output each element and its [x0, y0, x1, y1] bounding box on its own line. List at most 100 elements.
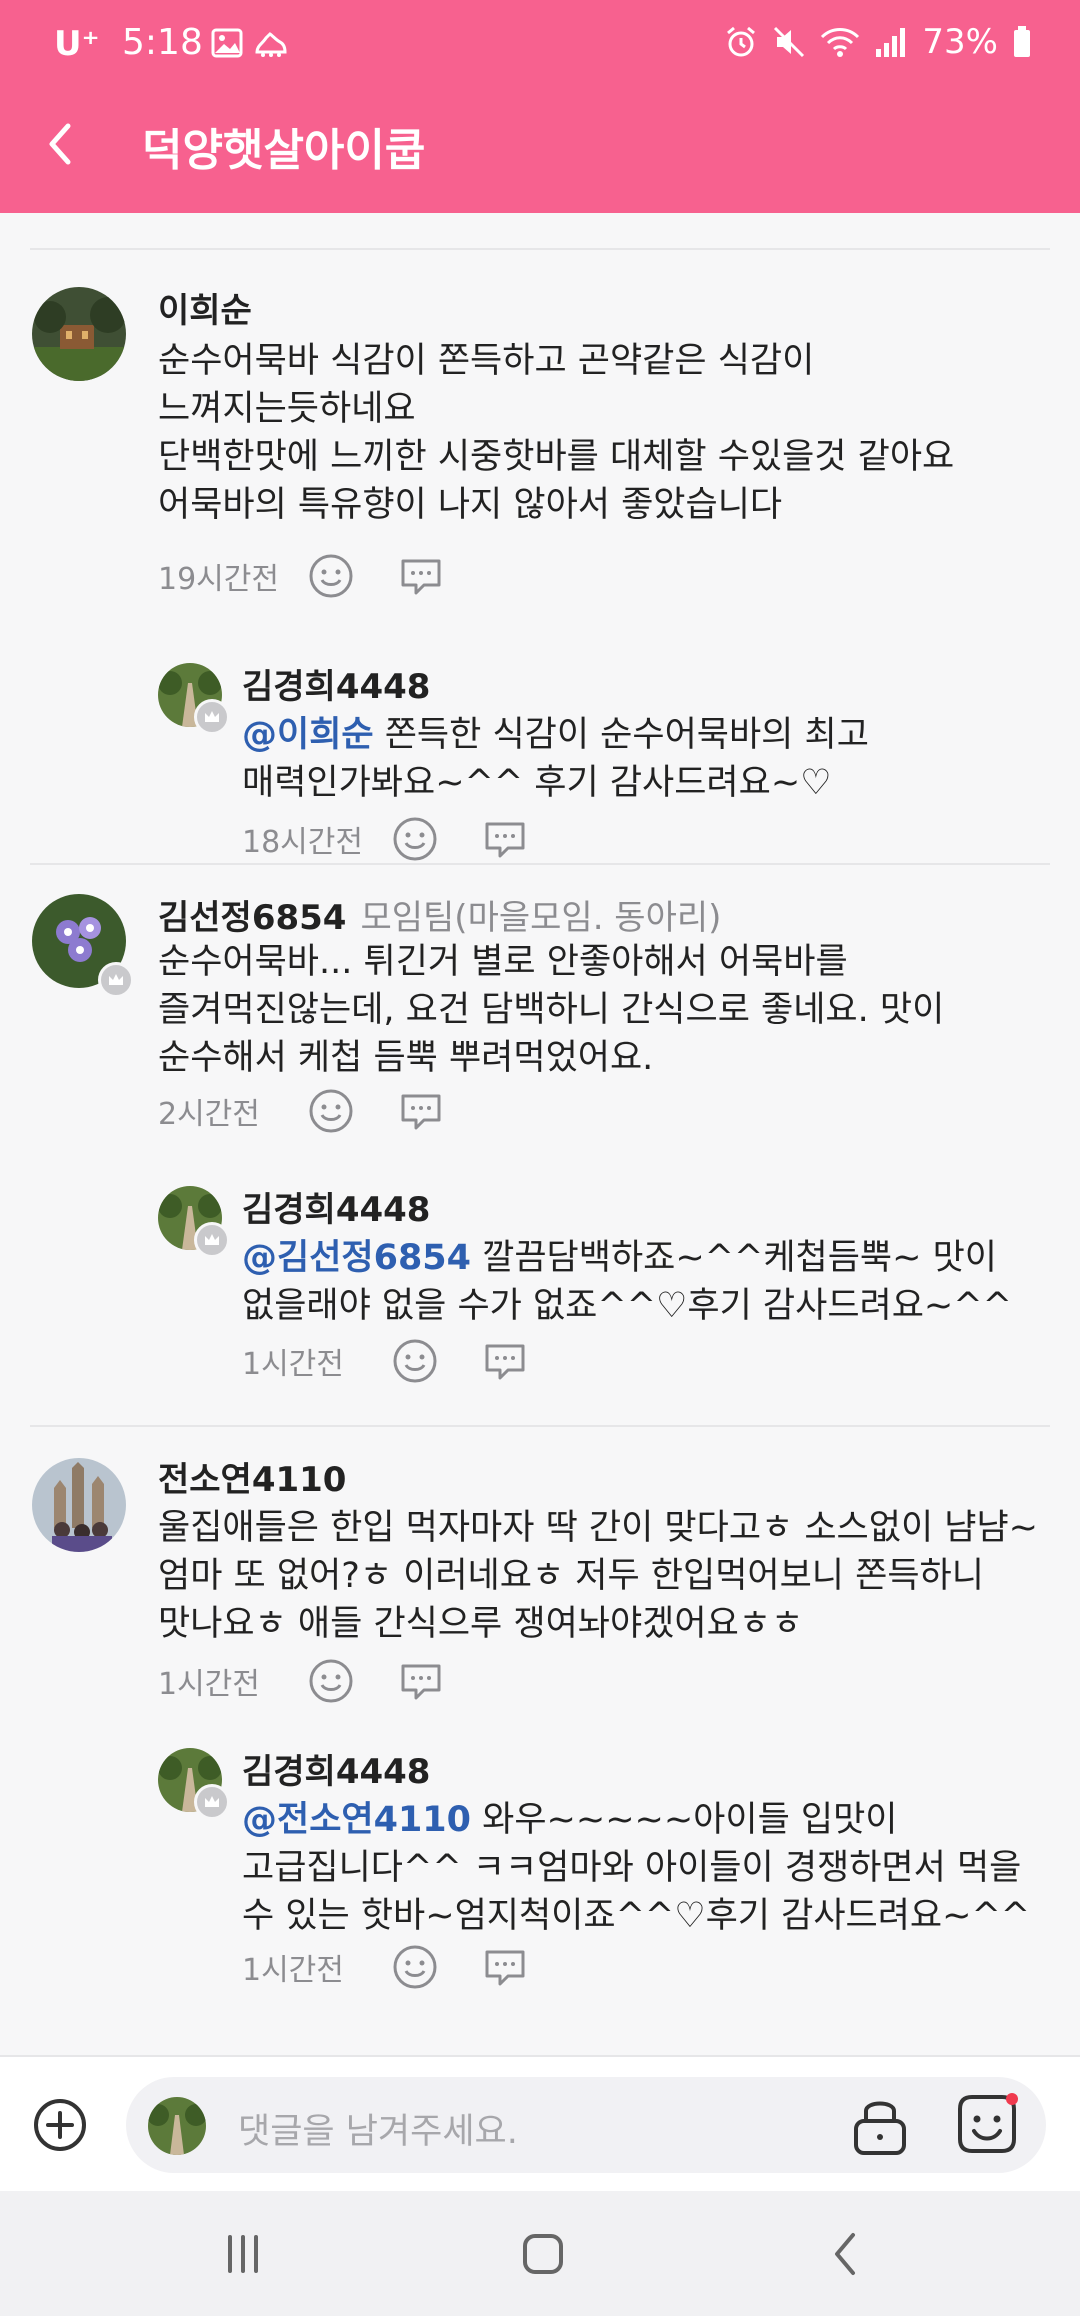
reply-author[interactable]: 김경희4448 — [242, 1744, 430, 1793]
mention-link[interactable]: @전소연4110 — [242, 1800, 471, 1840]
reaction-button[interactable] — [308, 1088, 354, 1134]
alarm-icon — [724, 25, 758, 59]
home-button[interactable] — [516, 2227, 570, 2281]
comment-text: 순수어묵바 식감이 쫀득하고 곤약같은 식감이 느껴지는듯하네요 단백한맛에 느… — [158, 341, 955, 525]
reply-button[interactable] — [482, 816, 528, 862]
reply-author[interactable]: 김경희4448 — [242, 659, 430, 708]
crown-icon — [205, 1234, 219, 1245]
speech-bubble-icon — [485, 1344, 525, 1380]
comment-time: 2시간전 — [158, 1097, 260, 1132]
my-avatar — [148, 2097, 206, 2155]
reply-button[interactable] — [398, 553, 444, 599]
crown-badge — [194, 1222, 230, 1258]
divider — [30, 248, 1050, 250]
secret-comment-button[interactable] — [850, 2093, 910, 2157]
reaction-button[interactable] — [392, 816, 438, 862]
comment-list[interactable]: 이희순 순수어묵바 식감이 쫀득하고 곤약같은 식감이 느껴지는듯하네요 단백한… — [0, 213, 1080, 2055]
comment-time: 19시간전 — [158, 562, 279, 597]
comment-meta: 2시간전 — [158, 1088, 488, 1134]
speech-bubble-icon — [485, 1950, 525, 1986]
speech-bubble-icon — [401, 559, 441, 595]
reply-button[interactable] — [398, 1088, 444, 1134]
status-bar: U⁺ 5:18 73% — [0, 0, 1080, 88]
crown-icon — [109, 974, 123, 985]
gallery-icon — [210, 26, 244, 60]
smiley-icon — [309, 554, 353, 598]
mute-icon — [772, 25, 806, 59]
carrier-label: U⁺ — [54, 24, 100, 64]
plus-circle-icon — [34, 2099, 86, 2151]
smiley-icon — [393, 1339, 437, 1383]
smiley-icon — [309, 1659, 353, 1703]
chevron-left-icon — [49, 123, 71, 165]
smiley-icon — [393, 1945, 437, 1989]
system-nav-bar — [0, 2191, 1080, 2316]
mention-link[interactable]: @이희순 — [242, 715, 374, 755]
reply-button[interactable] — [398, 1658, 444, 1704]
reply-time: 1시간전 — [242, 1953, 344, 1988]
reply-text: @이희순 쫀득한 식감이 순수어묵바의 최고 매력인가봐요~^^ 후기 감사드려… — [242, 711, 1042, 807]
reply-button[interactable] — [482, 1944, 528, 1990]
mention-link[interactable]: @김선정6854 — [242, 1238, 471, 1278]
reply-time: 18시간전 — [242, 825, 363, 860]
comment-text: 순수어묵바... 튀긴거 별로 안좋아해서 어묵바를 즐겨먹진않는데, 요건 담… — [158, 942, 945, 1078]
crown-icon — [205, 1796, 219, 1807]
author-group: 모임팀(마을모임. 동아리) — [360, 898, 722, 938]
comment-meta: 1시간전 — [158, 1658, 488, 1704]
clock: 5:18 — [122, 22, 203, 63]
app-header: U⁺ 5:18 73% 덕양햇살아이쿱 — [0, 0, 1080, 213]
home-icon — [523, 2234, 563, 2274]
comment-author[interactable]: 전소연4110 — [158, 1452, 346, 1501]
avatar[interactable] — [32, 287, 126, 381]
reply-time: 1시간전 — [242, 1347, 344, 1382]
divider — [30, 863, 1050, 865]
crown-icon — [205, 711, 219, 722]
smiley-icon — [309, 1089, 353, 1133]
speech-bubble-icon — [485, 822, 525, 858]
speech-bubble-icon — [401, 1094, 441, 1130]
comment-time: 1시간전 — [158, 1667, 260, 1702]
back-nav-button[interactable] — [820, 2227, 874, 2281]
recent-apps-button[interactable] — [216, 2227, 270, 2281]
running-shoe-icon — [254, 26, 288, 60]
battery-icon — [1012, 25, 1032, 59]
input-placeholder: 댓글을 남겨주세요. — [238, 2112, 518, 2152]
reaction-button[interactable] — [392, 1944, 438, 1990]
lock-icon — [854, 2101, 906, 2155]
reaction-button[interactable] — [392, 1338, 438, 1384]
speech-bubble-icon — [401, 1664, 441, 1700]
comment-author[interactable]: 이희순 — [158, 283, 252, 332]
reply-meta: 18시간전 — [242, 816, 572, 862]
emoji-icon — [958, 2093, 1018, 2153]
signal-icon — [874, 25, 908, 59]
reply-text: @전소연4110 와우~~~~~아이들 입맛이 고급집니다^^ ㅋㅋ엄마와 아이… — [242, 1796, 1042, 1940]
reply-meta: 1시간전 — [242, 1944, 572, 1990]
comment-author[interactable]: 김선정6854 모임팀(마을모임. 동아리) — [158, 890, 721, 939]
comment-text: 울집애들은 한입 먹자마자 딱 간이 맞다고ㅎ 소스없이 냠냠~엄마 또 없어?… — [158, 1508, 1039, 1644]
crown-badge — [194, 699, 230, 735]
comment-input[interactable]: 댓글을 남겨주세요. — [126, 2077, 1046, 2173]
page-title: 덕양햇살아이쿱 — [142, 125, 426, 176]
reaction-button[interactable] — [308, 1658, 354, 1704]
author-name[interactable]: 김선정6854 — [158, 898, 346, 938]
sticker-button[interactable] — [954, 2091, 1020, 2157]
reply-author[interactable]: 김경희4448 — [242, 1182, 430, 1231]
reply-meta: 1시간전 — [242, 1338, 572, 1384]
avatar[interactable] — [32, 1458, 126, 1552]
wifi-icon — [820, 25, 860, 59]
battery-level: 73% — [922, 22, 998, 62]
reaction-button[interactable] — [308, 553, 354, 599]
reply-button[interactable] — [482, 1338, 528, 1384]
reply-text: @김선정6854 깔끔담백하죠~^^케첩듬뿍~ 맛이 없을래야 없을 수가 없죠… — [242, 1234, 1042, 1330]
title-bar: 덕양햇살아이쿱 — [0, 100, 1080, 200]
comment-meta: 19시간전 — [158, 553, 488, 599]
comment-composer: 댓글을 남겨주세요. — [0, 2055, 1080, 2191]
crown-badge — [98, 962, 134, 998]
back-button[interactable] — [32, 114, 92, 174]
divider — [30, 1425, 1050, 1427]
recent-apps-icon — [228, 2235, 258, 2273]
attach-button[interactable] — [32, 2097, 88, 2153]
crown-badge — [194, 1784, 230, 1820]
smiley-icon — [393, 817, 437, 861]
back-arrow-icon — [835, 2233, 855, 2275]
